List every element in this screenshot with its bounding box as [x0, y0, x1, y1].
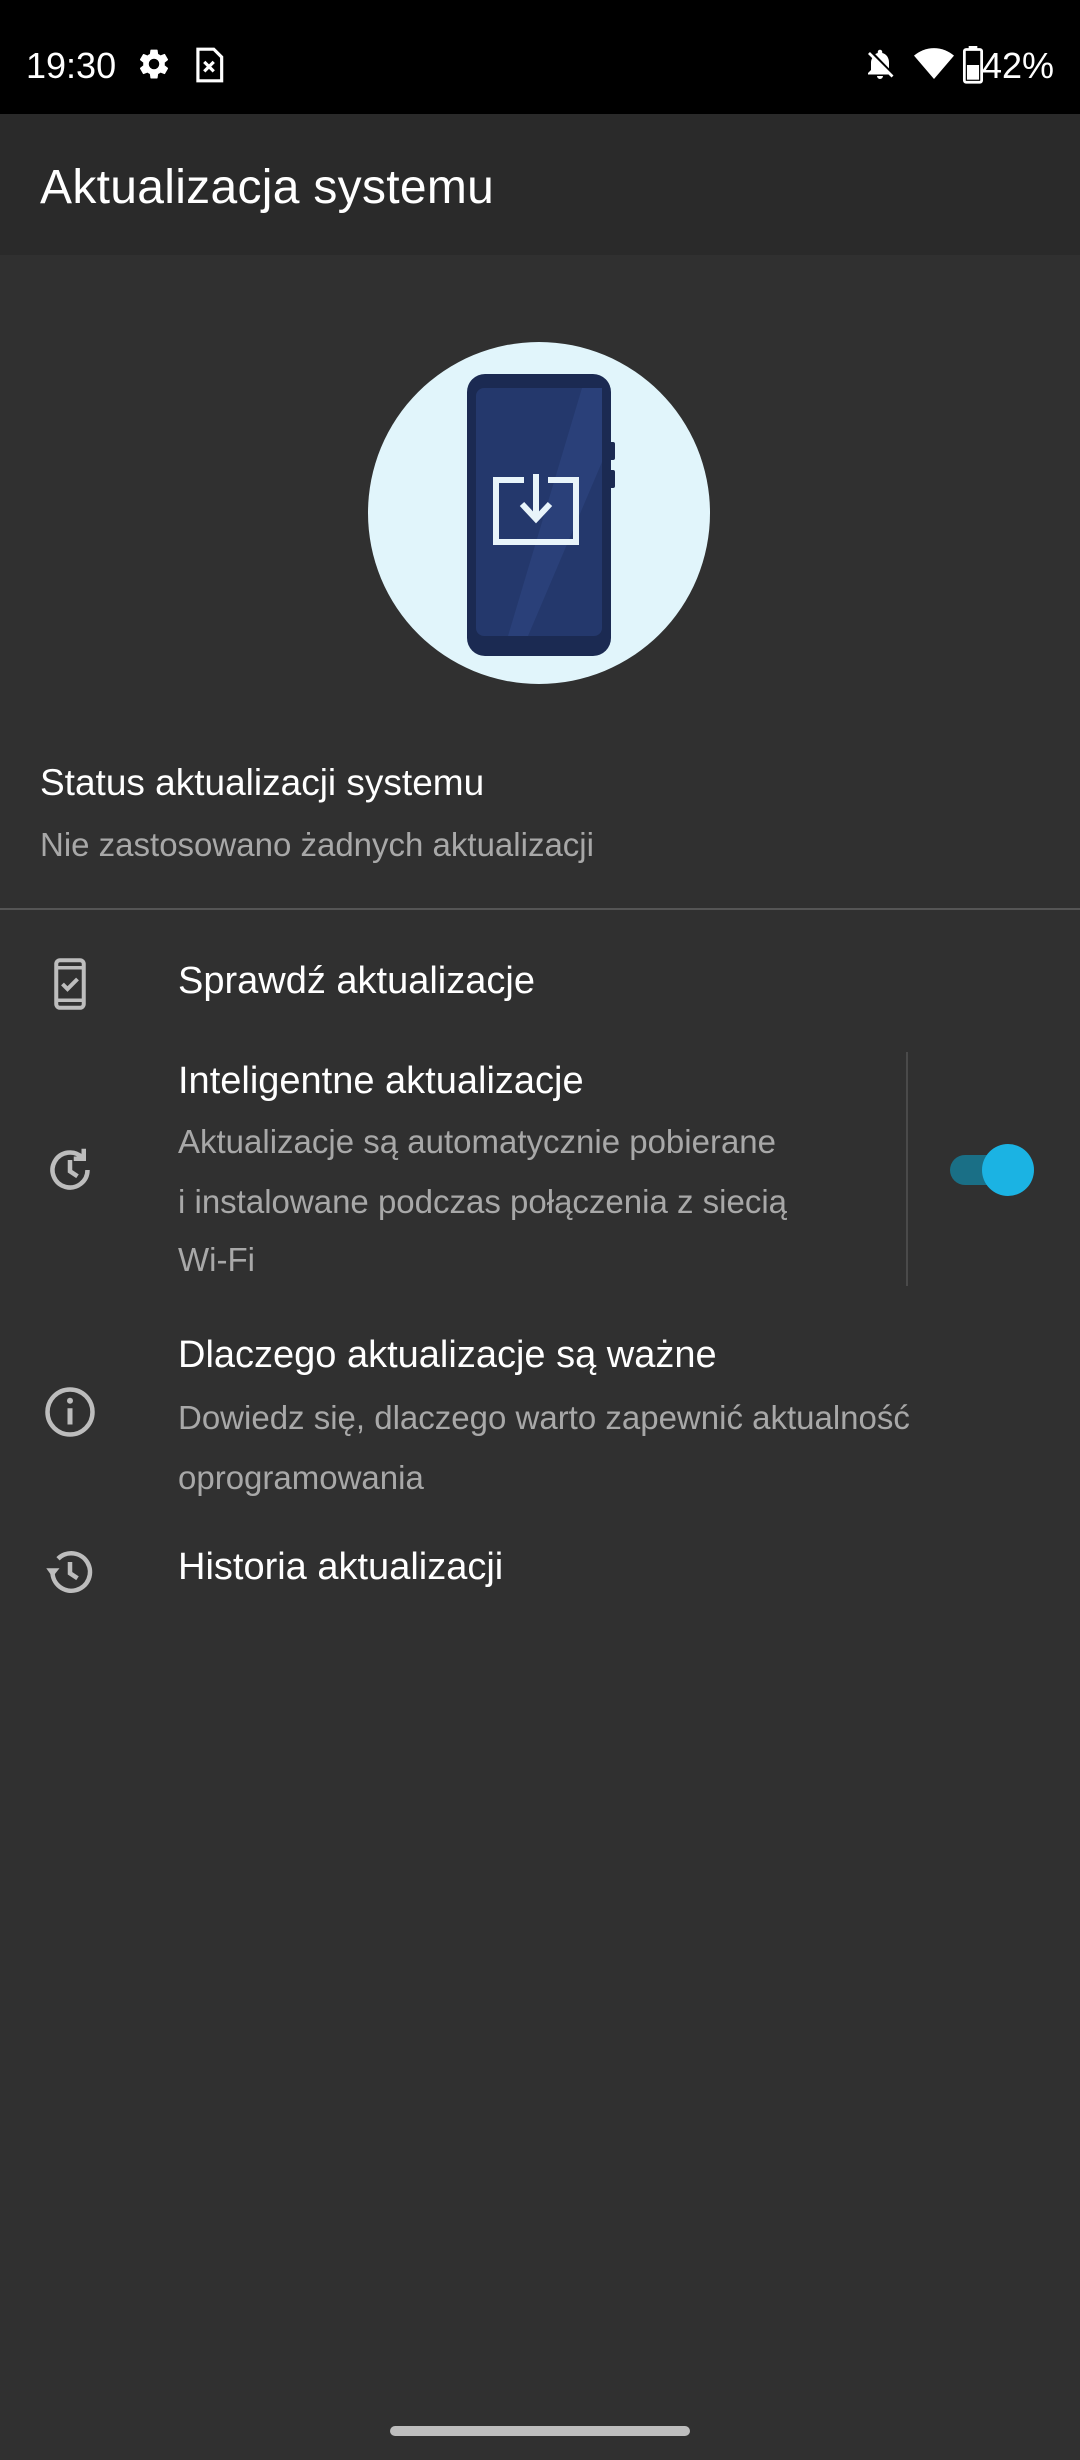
gesture-navigation-bar[interactable]	[390, 2426, 690, 2436]
gear-icon	[136, 46, 172, 87]
battery-icon	[962, 46, 984, 89]
smart-updates-description-line-3: Wi-Fi	[178, 1241, 255, 1278]
info-icon	[40, 1382, 100, 1442]
notifications-off-icon	[862, 46, 898, 87]
page-title: Aktualizacja systemu	[40, 161, 495, 214]
why-updates-description-line-2: oprogramowania	[178, 1459, 424, 1496]
history-icon	[40, 1542, 100, 1602]
smart-updates-description-line-2: i instalowane podczas połączenia z sieci…	[178, 1183, 788, 1220]
update-status-title: Status aktualizacji systemu	[40, 762, 485, 803]
vertical-separator	[906, 1052, 908, 1286]
smart-updates-description-line-1: Aktualizacje są automatycznie pobierane	[178, 1123, 777, 1160]
smart-updates-item[interactable]: Inteligentne aktualizacje Aktualizacje s…	[0, 1048, 1080, 1298]
phone-download-illustration	[368, 342, 710, 684]
smart-updates-toggle[interactable]	[948, 1144, 1034, 1196]
check-updates-label: Sprawdź aktualizacje	[178, 960, 535, 1002]
phone-check-icon	[40, 954, 100, 1014]
why-updates-label: Dlaczego aktualizacje są ważne	[178, 1334, 717, 1376]
update-history-label: Historia aktualizacji	[178, 1546, 504, 1588]
status-bar: 19:30 42%	[0, 0, 1080, 114]
why-updates-description-line-1: Dowiedz się, dlaczego warto zapewnić akt…	[178, 1399, 910, 1436]
toggle-thumb	[982, 1144, 1034, 1196]
sim-card-icon	[192, 46, 226, 89]
app-bar: Aktualizacja systemu	[0, 114, 1080, 255]
wifi-icon	[914, 46, 954, 87]
update-status-subtitle: Nie zastosowano żadnych aktualizacji	[40, 826, 594, 863]
status-time: 19:30	[26, 45, 117, 86]
divider	[0, 908, 1080, 910]
check-updates-item[interactable]: Sprawdź aktualizacje	[0, 930, 1080, 1036]
why-updates-item[interactable]: Dlaczego aktualizacje są ważne Dowiedz s…	[0, 1320, 1080, 1510]
smart-updates-label: Inteligentne aktualizacje	[178, 1060, 584, 1102]
battery-percent: 42%	[981, 45, 1054, 86]
update-history-item[interactable]: Historia aktualizacji	[0, 1522, 1080, 1622]
update-clock-icon	[40, 1140, 100, 1200]
